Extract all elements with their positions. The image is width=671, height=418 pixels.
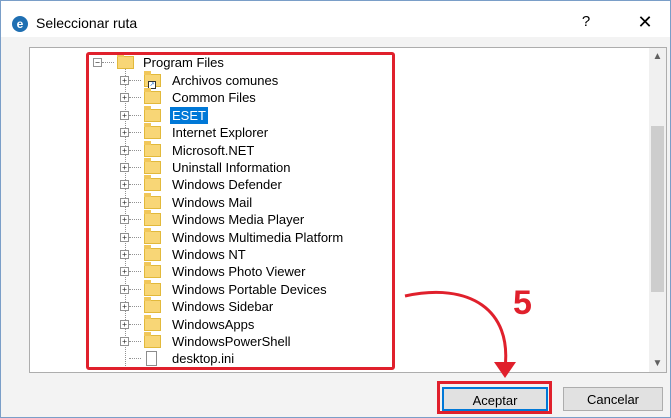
folder-icon xyxy=(144,88,161,105)
dialog-title: Seleccionar ruta xyxy=(36,15,138,31)
file-icon xyxy=(146,351,157,367)
tree-item-label: Windows Photo Viewer xyxy=(172,264,306,280)
vertical-scrollbar[interactable]: ▲ ▼ xyxy=(649,48,666,372)
expand-icon[interactable]: + xyxy=(120,163,129,172)
tree-item-label: desktop.ini xyxy=(172,351,235,367)
close-button[interactable]: ✕ xyxy=(629,9,661,35)
expand-icon[interactable]: + xyxy=(120,302,129,312)
tree-item-label: Windows Mail xyxy=(172,194,253,210)
tree-root-label: Program Files xyxy=(143,55,224,70)
accept-button[interactable]: Aceptar xyxy=(442,387,548,411)
expand-icon[interactable]: + xyxy=(120,284,129,294)
expand-icon[interactable]: + xyxy=(120,76,129,85)
expand-icon[interactable]: + xyxy=(120,319,129,329)
tree-item-label: Microsoft.NET xyxy=(172,142,255,158)
tree-item-label: Windows Media Player xyxy=(172,212,305,228)
folder-icon xyxy=(144,227,161,244)
folder-icon xyxy=(144,123,161,140)
tree-item-label: Common Files xyxy=(172,90,256,106)
step-number-badge: 5 xyxy=(513,284,532,322)
expand-icon[interactable]: + xyxy=(120,337,129,346)
folder-open-icon xyxy=(117,53,134,69)
expand-icon[interactable]: + xyxy=(120,250,129,259)
eset-app-icon: e xyxy=(12,16,28,32)
expand-icon[interactable]: + xyxy=(120,197,129,207)
folder-icon xyxy=(144,210,161,227)
expand-icon[interactable]: + xyxy=(120,145,129,155)
help-button[interactable]: ? xyxy=(572,9,600,35)
expand-icon[interactable]: + xyxy=(120,180,129,190)
folder-tree[interactable]: − Program Files + ↗ Archivos comunes + Commo… xyxy=(29,47,667,373)
expand-icon[interactable]: + xyxy=(120,267,129,277)
tree-item-label: ESET xyxy=(170,106,208,124)
folder-icon xyxy=(144,262,161,279)
select-path-dialog: e Seleccionar ruta ? ✕ − Program Files +… xyxy=(0,0,671,418)
expand-icon[interactable]: + xyxy=(120,110,129,120)
title-bar: e Seleccionar ruta ? ✕ xyxy=(1,1,670,37)
tree-item-label: WindowsApps xyxy=(172,316,255,332)
collapse-icon[interactable]: − xyxy=(93,58,102,67)
folder-icon xyxy=(144,105,161,122)
scroll-down-icon[interactable]: ▼ xyxy=(649,355,666,372)
folder-icon xyxy=(144,192,161,209)
folder-icon xyxy=(144,279,161,296)
scroll-thumb[interactable] xyxy=(651,126,664,292)
folder-icon xyxy=(144,158,161,174)
folder-icon xyxy=(144,332,161,348)
folder-icon xyxy=(144,245,161,261)
expand-icon[interactable]: + xyxy=(120,232,129,242)
folder-icon xyxy=(144,314,161,331)
expand-icon[interactable]: + xyxy=(120,215,129,225)
cancel-button[interactable]: Cancelar xyxy=(563,387,663,411)
tree-item-label: WindowsPowerShell xyxy=(172,334,291,349)
tree-item-label: Windows Defender xyxy=(172,177,282,193)
tree-item-label: Windows Sidebar xyxy=(172,299,274,315)
scroll-up-icon[interactable]: ▲ xyxy=(649,48,666,65)
folder-icon xyxy=(144,297,161,314)
tree-item-label: Windows NT xyxy=(172,247,246,262)
tree-item-label: Windows Multimedia Platform xyxy=(172,229,344,245)
tree-item-label: Uninstall Information xyxy=(172,160,291,175)
expand-icon[interactable]: + xyxy=(120,93,129,103)
folder-shortcut-icon: ↗ xyxy=(144,71,161,89)
tree-item-label: Windows Portable Devices xyxy=(172,281,327,297)
tree-item-label: Internet Explorer xyxy=(172,125,269,141)
tree-item-label: Archivos comunes xyxy=(172,73,279,88)
folder-icon xyxy=(144,140,161,157)
folder-icon xyxy=(144,175,161,192)
expand-icon[interactable]: + xyxy=(120,128,129,138)
